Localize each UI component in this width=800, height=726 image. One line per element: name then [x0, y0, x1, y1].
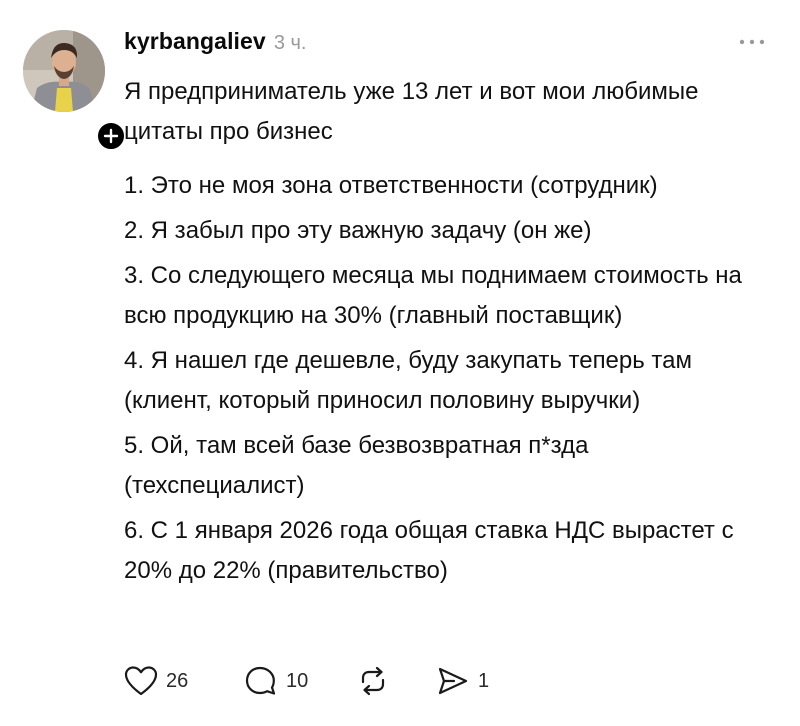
- avatar[interactable]: [23, 30, 105, 112]
- list-item: 5. Ой, там всей базе безвозвратная п*зда…: [124, 432, 589, 499]
- comment-icon: [244, 665, 278, 697]
- plus-icon: [103, 128, 119, 144]
- post-intro: Я предприниматель уже 13 лет и вот мои л…: [124, 78, 699, 145]
- timestamp: 3 ч.: [273, 32, 307, 54]
- post-actions: 26 10 1: [124, 665, 489, 697]
- username[interactable]: kyrbangaliev: [124, 28, 266, 55]
- quote-list: 1. Это не моя зона ответственности (сотр…: [124, 166, 764, 596]
- list-item: 2. Я забыл про эту важную задачу (он же): [124, 217, 592, 244]
- avatar-container: [23, 30, 127, 152]
- list-item: 6. С 1 января 2026 года общая ставка НДС…: [124, 517, 734, 584]
- more-options-button[interactable]: [734, 32, 774, 52]
- share-count: 1: [478, 669, 490, 692]
- reply-button[interactable]: 10: [244, 665, 356, 697]
- send-icon: [436, 665, 470, 697]
- post-header: kyrbangaliev 3 ч.: [124, 28, 306, 55]
- more-horizontal-icon: [734, 32, 774, 52]
- reply-count: 10: [286, 669, 309, 692]
- list-item: 4. Я нашел где дешевле, буду закупать те…: [124, 347, 692, 414]
- list-item: 1. Это не моя зона ответственности (сотр…: [124, 172, 658, 199]
- heart-icon: [124, 665, 158, 697]
- follow-button[interactable]: [95, 120, 127, 152]
- like-count: 26: [166, 669, 189, 692]
- share-button[interactable]: 1: [436, 665, 489, 697]
- repost-button[interactable]: [356, 665, 436, 697]
- like-button[interactable]: 26: [124, 665, 244, 697]
- avatar-photo: [23, 30, 105, 112]
- post: kyrbangaliev 3 ч. Я предприниматель уже …: [0, 0, 800, 726]
- repost-icon: [356, 665, 390, 697]
- list-item: 3. Со следующего месяца мы поднимаем сто…: [124, 262, 742, 329]
